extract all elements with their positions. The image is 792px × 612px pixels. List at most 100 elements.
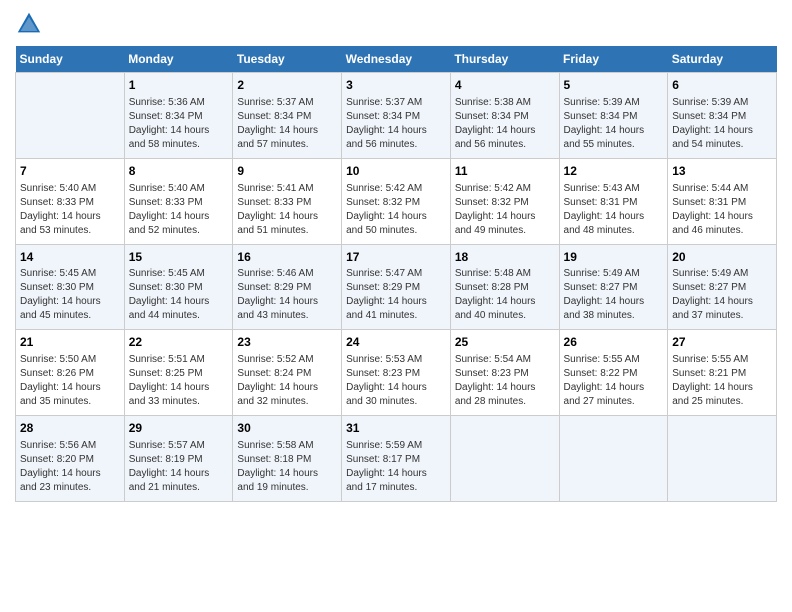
- day-info-line: Sunset: 8:23 PM: [455, 367, 555, 381]
- day-info-line: Daylight: 14 hours: [672, 210, 772, 224]
- day-info-line: Daylight: 14 hours: [455, 210, 555, 224]
- day-info-line: Daylight: 14 hours: [20, 295, 120, 309]
- day-info-line: Sunset: 8:21 PM: [672, 367, 772, 381]
- day-info-line: Sunset: 8:20 PM: [20, 453, 120, 467]
- day-number: 5: [564, 77, 664, 94]
- day-info-line: and 19 minutes.: [237, 481, 337, 495]
- day-info-line: and 55 minutes.: [564, 138, 664, 152]
- day-info-line: Daylight: 14 hours: [20, 381, 120, 395]
- day-info-line: Sunrise: 5:39 AM: [672, 96, 772, 110]
- day-info-line: Sunset: 8:34 PM: [346, 110, 446, 124]
- day-info-line: Daylight: 14 hours: [672, 295, 772, 309]
- day-number: 3: [346, 77, 446, 94]
- day-cell: [559, 416, 668, 502]
- week-row-5: 28Sunrise: 5:56 AMSunset: 8:20 PMDayligh…: [16, 416, 777, 502]
- day-info-line: Sunrise: 5:48 AM: [455, 267, 555, 281]
- day-info-line: and 38 minutes.: [564, 309, 664, 323]
- day-cell: 16Sunrise: 5:46 AMSunset: 8:29 PMDayligh…: [233, 244, 342, 330]
- day-number: 29: [129, 420, 229, 437]
- day-info-line: Sunrise: 5:40 AM: [129, 182, 229, 196]
- day-cell: 2Sunrise: 5:37 AMSunset: 8:34 PMDaylight…: [233, 73, 342, 159]
- day-info-line: Sunrise: 5:37 AM: [346, 96, 446, 110]
- day-info-line: Sunset: 8:30 PM: [129, 281, 229, 295]
- logo-icon: [15, 10, 43, 38]
- day-info-line: Sunset: 8:32 PM: [455, 196, 555, 210]
- day-number: 4: [455, 77, 555, 94]
- day-info-line: Sunrise: 5:49 AM: [564, 267, 664, 281]
- day-cell: [450, 416, 559, 502]
- day-info-line: Daylight: 14 hours: [564, 295, 664, 309]
- day-info-line: Sunrise: 5:39 AM: [564, 96, 664, 110]
- day-number: 17: [346, 249, 446, 266]
- day-info-line: and 43 minutes.: [237, 309, 337, 323]
- day-info-line: and 50 minutes.: [346, 224, 446, 238]
- day-info-line: and 27 minutes.: [564, 395, 664, 409]
- day-info-line: and 21 minutes.: [129, 481, 229, 495]
- day-info-line: Sunrise: 5:41 AM: [237, 182, 337, 196]
- day-cell: 13Sunrise: 5:44 AMSunset: 8:31 PMDayligh…: [668, 158, 777, 244]
- day-info-line: Sunrise: 5:47 AM: [346, 267, 446, 281]
- day-info-line: Sunrise: 5:56 AM: [20, 439, 120, 453]
- day-info-line: Daylight: 14 hours: [455, 295, 555, 309]
- day-number: 16: [237, 249, 337, 266]
- day-info-line: Daylight: 14 hours: [346, 381, 446, 395]
- day-info-line: Daylight: 14 hours: [20, 210, 120, 224]
- day-cell: 7Sunrise: 5:40 AMSunset: 8:33 PMDaylight…: [16, 158, 125, 244]
- day-cell: 6Sunrise: 5:39 AMSunset: 8:34 PMDaylight…: [668, 73, 777, 159]
- header-cell-thursday: Thursday: [450, 46, 559, 73]
- week-row-1: 1Sunrise: 5:36 AMSunset: 8:34 PMDaylight…: [16, 73, 777, 159]
- day-number: 28: [20, 420, 120, 437]
- day-number: 26: [564, 334, 664, 351]
- day-info-line: Sunrise: 5:45 AM: [129, 267, 229, 281]
- day-info-line: Sunset: 8:18 PM: [237, 453, 337, 467]
- day-info-line: and 25 minutes.: [672, 395, 772, 409]
- day-info-line: and 52 minutes.: [129, 224, 229, 238]
- day-info-line: Daylight: 14 hours: [455, 124, 555, 138]
- day-info-line: Sunset: 8:25 PM: [129, 367, 229, 381]
- day-info-line: Sunset: 8:34 PM: [455, 110, 555, 124]
- day-info-line: Daylight: 14 hours: [129, 210, 229, 224]
- day-info-line: Daylight: 14 hours: [346, 210, 446, 224]
- day-number: 19: [564, 249, 664, 266]
- day-info-line: Sunrise: 5:44 AM: [672, 182, 772, 196]
- day-number: 14: [20, 249, 120, 266]
- day-number: 27: [672, 334, 772, 351]
- day-info-line: Daylight: 14 hours: [346, 295, 446, 309]
- day-info-line: Sunrise: 5:40 AM: [20, 182, 120, 196]
- day-info-line: Sunset: 8:27 PM: [672, 281, 772, 295]
- day-info-line: and 56 minutes.: [346, 138, 446, 152]
- day-info-line: Sunrise: 5:55 AM: [672, 353, 772, 367]
- day-info-line: Sunset: 8:27 PM: [564, 281, 664, 295]
- day-info-line: Sunset: 8:23 PM: [346, 367, 446, 381]
- day-info-line: Sunset: 8:33 PM: [129, 196, 229, 210]
- day-cell: 26Sunrise: 5:55 AMSunset: 8:22 PMDayligh…: [559, 330, 668, 416]
- day-info-line: Sunrise: 5:49 AM: [672, 267, 772, 281]
- day-cell: 20Sunrise: 5:49 AMSunset: 8:27 PMDayligh…: [668, 244, 777, 330]
- day-info-line: and 30 minutes.: [346, 395, 446, 409]
- header-cell-saturday: Saturday: [668, 46, 777, 73]
- day-info-line: Daylight: 14 hours: [237, 124, 337, 138]
- day-info-line: Sunrise: 5:55 AM: [564, 353, 664, 367]
- day-info-line: and 46 minutes.: [672, 224, 772, 238]
- day-info-line: Daylight: 14 hours: [564, 381, 664, 395]
- week-row-2: 7Sunrise: 5:40 AMSunset: 8:33 PMDaylight…: [16, 158, 777, 244]
- day-info-line: Sunrise: 5:42 AM: [346, 182, 446, 196]
- day-info-line: Sunset: 8:34 PM: [672, 110, 772, 124]
- day-cell: 5 Sunrise: 5:39 AMSunset: 8:34 PMDaylight…: [559, 73, 668, 159]
- day-info-line: Sunrise: 5:37 AM: [237, 96, 337, 110]
- day-info-line: Sunset: 8:34 PM: [129, 110, 229, 124]
- day-info-line: and 54 minutes.: [672, 138, 772, 152]
- day-info-line: and 53 minutes.: [20, 224, 120, 238]
- day-number: 22: [129, 334, 229, 351]
- header-cell-tuesday: Tuesday: [233, 46, 342, 73]
- day-cell: 22Sunrise: 5:51 AMSunset: 8:25 PMDayligh…: [124, 330, 233, 416]
- day-cell: 23Sunrise: 5:52 AMSunset: 8:24 PMDayligh…: [233, 330, 342, 416]
- day-number: 15: [129, 249, 229, 266]
- day-cell: 9Sunrise: 5:41 AMSunset: 8:33 PMDaylight…: [233, 158, 342, 244]
- day-info-line: Daylight: 14 hours: [564, 124, 664, 138]
- header-cell-friday: Friday: [559, 46, 668, 73]
- day-info-line: Sunset: 8:34 PM: [564, 110, 664, 124]
- day-number: 24: [346, 334, 446, 351]
- day-number: 9: [237, 163, 337, 180]
- day-info-line: and 35 minutes.: [20, 395, 120, 409]
